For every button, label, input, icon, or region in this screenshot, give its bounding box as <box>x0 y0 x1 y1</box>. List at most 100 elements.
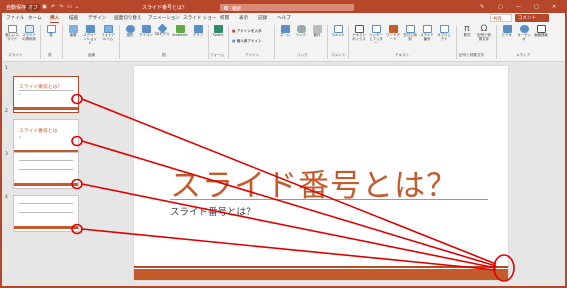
tab-design[interactable]: デザイン <box>88 15 106 21</box>
tab-transitions[interactable]: 画面切り替え <box>114 15 142 21</box>
screenshot-button[interactable]: スクリーンショット <box>82 25 98 46</box>
close-icon[interactable]: ✕ <box>552 4 556 10</box>
zoom-label: ズーム <box>279 33 291 37</box>
ribbon-options-icon[interactable]: ▢ <box>498 4 503 10</box>
wordart-label: ワードアート <box>386 33 400 41</box>
tab-draw[interactable]: 描画 <box>69 15 78 21</box>
group-label-media: メディア <box>516 53 531 57</box>
forms-label: Forms <box>212 33 224 37</box>
comments-label: コメント <box>518 16 536 21</box>
slide-number-button[interactable]: スライド番号 <box>419 25 435 42</box>
separator <box>208 25 209 59</box>
symbol-button[interactable]: Ω 記号と特殊文字 <box>476 25 492 42</box>
object-button[interactable]: オブジェクト <box>436 25 452 42</box>
screenshot-label: スクリーンショット <box>83 33 97 45</box>
screen-record-icon <box>536 25 546 33</box>
shapes-button[interactable]: 図形 <box>122 25 138 38</box>
photo-album-button[interactable]: フォトアルバム <box>100 25 116 42</box>
equation-button[interactable]: π 数式 <box>459 25 475 38</box>
slide-number-icon <box>422 25 432 33</box>
audio-button[interactable]: オーディオ <box>516 25 532 42</box>
wordart-button[interactable]: ワードアート <box>385 25 401 42</box>
current-slide[interactable]: スライド番号とは？ スライド番号とは？ <box>134 66 508 280</box>
save-icon[interactable]: ▣ <box>42 4 47 10</box>
present-icon[interactable]: ▭ <box>67 4 72 10</box>
separator <box>274 25 275 59</box>
shapes-label: 図形 <box>126 33 134 37</box>
redo-icon[interactable]: ↷ <box>59 4 63 10</box>
search-box[interactable]: 検索 <box>220 4 354 12</box>
audio-label: オーディオ <box>517 33 531 41</box>
slide-footer-line <box>134 266 508 268</box>
maximize-icon[interactable]: □ <box>534 4 539 10</box>
separator <box>327 25 328 59</box>
forms-icon <box>213 25 223 33</box>
smartart-button[interactable]: SmartArt <box>170 25 190 38</box>
screen-record-button[interactable]: 画面録画 <box>533 25 549 38</box>
slide-subtitle[interactable]: スライド番号とは？ <box>170 204 256 218</box>
autosave-toggle[interactable]: オフ <box>26 4 41 11</box>
chart-button[interactable]: グラフ <box>190 25 206 38</box>
slide-thumbnail-3[interactable] <box>13 152 79 189</box>
equation-label: 数式 <box>463 33 471 37</box>
thumbnail-title: スライド番号とは？ <box>19 85 63 90</box>
slide-thumbnail-2[interactable]: スライド番号とは 2 <box>13 119 79 156</box>
title-bar: 自動保存 オフ ▣ ↶ ↷ ▭ ⌄ スライド番号とは？ 検索 ✎ ▢ — □ ✕ <box>2 2 565 13</box>
thumbnail-divider <box>19 203 73 204</box>
image-icon <box>68 25 78 33</box>
tab-help[interactable]: ヘルプ <box>277 15 291 21</box>
action-label: 動作 <box>313 33 321 37</box>
chart-label: グラフ <box>192 33 204 37</box>
slide-thumbnail-1[interactable]: スライド番号とは？ 1 <box>13 76 79 113</box>
textbox-button[interactable]: テキストボックス <box>351 25 367 42</box>
link-icon <box>296 25 306 33</box>
header-footer-button[interactable]: ヘッダーとフッター <box>368 25 384 46</box>
thumbnail-subtitle: 1 <box>19 92 21 96</box>
slide-title-divider <box>170 199 488 200</box>
slide-footer-bar <box>134 269 508 280</box>
forms-button[interactable]: Forms <box>210 25 226 38</box>
new-slide-label: 新しいスライド <box>5 33 19 41</box>
video-button[interactable]: ビデオ <box>499 25 515 38</box>
tab-slideshow[interactable]: スライド ショー <box>183 15 217 21</box>
tab-record[interactable]: 記録 <box>258 15 267 21</box>
action-button[interactable]: 動作 <box>309 25 325 38</box>
tab-animations[interactable]: アニメーション <box>148 15 180 21</box>
pen-icon[interactable]: ✎ <box>480 4 484 10</box>
image-button[interactable]: 画像 <box>65 25 81 38</box>
screenshot-icon <box>85 25 95 33</box>
tab-insert[interactable]: 挿入 <box>50 15 60 23</box>
table-icon <box>46 25 56 33</box>
comments-button[interactable]: コメント <box>515 14 549 22</box>
tab-review[interactable]: 校閲 <box>220 15 229 21</box>
shapes-icon <box>125 25 135 33</box>
share-button[interactable]: 共有 <box>490 14 512 22</box>
vertical-scrollbar[interactable] <box>557 62 563 286</box>
thumbnail-number: 3 <box>5 152 8 157</box>
undo-icon[interactable]: ↶ <box>51 4 55 10</box>
get-addins-label: アドインを入手 <box>236 29 262 33</box>
link-button[interactable]: リンク <box>293 25 309 38</box>
3d-models-button[interactable]: 3Dモデル <box>154 23 170 37</box>
icons-icon <box>141 25 151 33</box>
icons-label: アイコン <box>139 33 153 37</box>
customize-qat-icon[interactable]: ⌄ <box>75 4 79 10</box>
thumbnail-number: 2 <box>5 109 8 114</box>
reuse-slides-button[interactable]: スライドの再利用 <box>21 25 37 42</box>
date-time-button[interactable]: 日付と時刻 <box>402 25 418 42</box>
icons-button[interactable]: アイコン <box>138 25 154 38</box>
minimize-icon[interactable]: — <box>516 4 521 10</box>
table-button[interactable]: 表 <box>43 25 59 38</box>
tab-file[interactable]: ファイル <box>6 15 24 21</box>
insert-comment-button[interactable]: コメント <box>330 25 346 38</box>
textbox-icon <box>354 25 364 33</box>
new-slide-button[interactable]: 新しいスライド <box>4 25 20 42</box>
get-addins-button[interactable]: ■ アドインを入手 <box>232 29 262 34</box>
omega-icon: Ω <box>480 24 488 34</box>
thumbnail-number: 1 <box>5 66 8 71</box>
slide-thumbnail-4[interactable] <box>13 195 79 232</box>
tab-home[interactable]: ホーム <box>28 15 42 21</box>
my-addins-button[interactable]: ■ 個人用アドイン <box>232 39 262 44</box>
zoom-button[interactable]: ズーム <box>277 25 293 38</box>
tab-view[interactable]: 表示 <box>239 15 248 21</box>
